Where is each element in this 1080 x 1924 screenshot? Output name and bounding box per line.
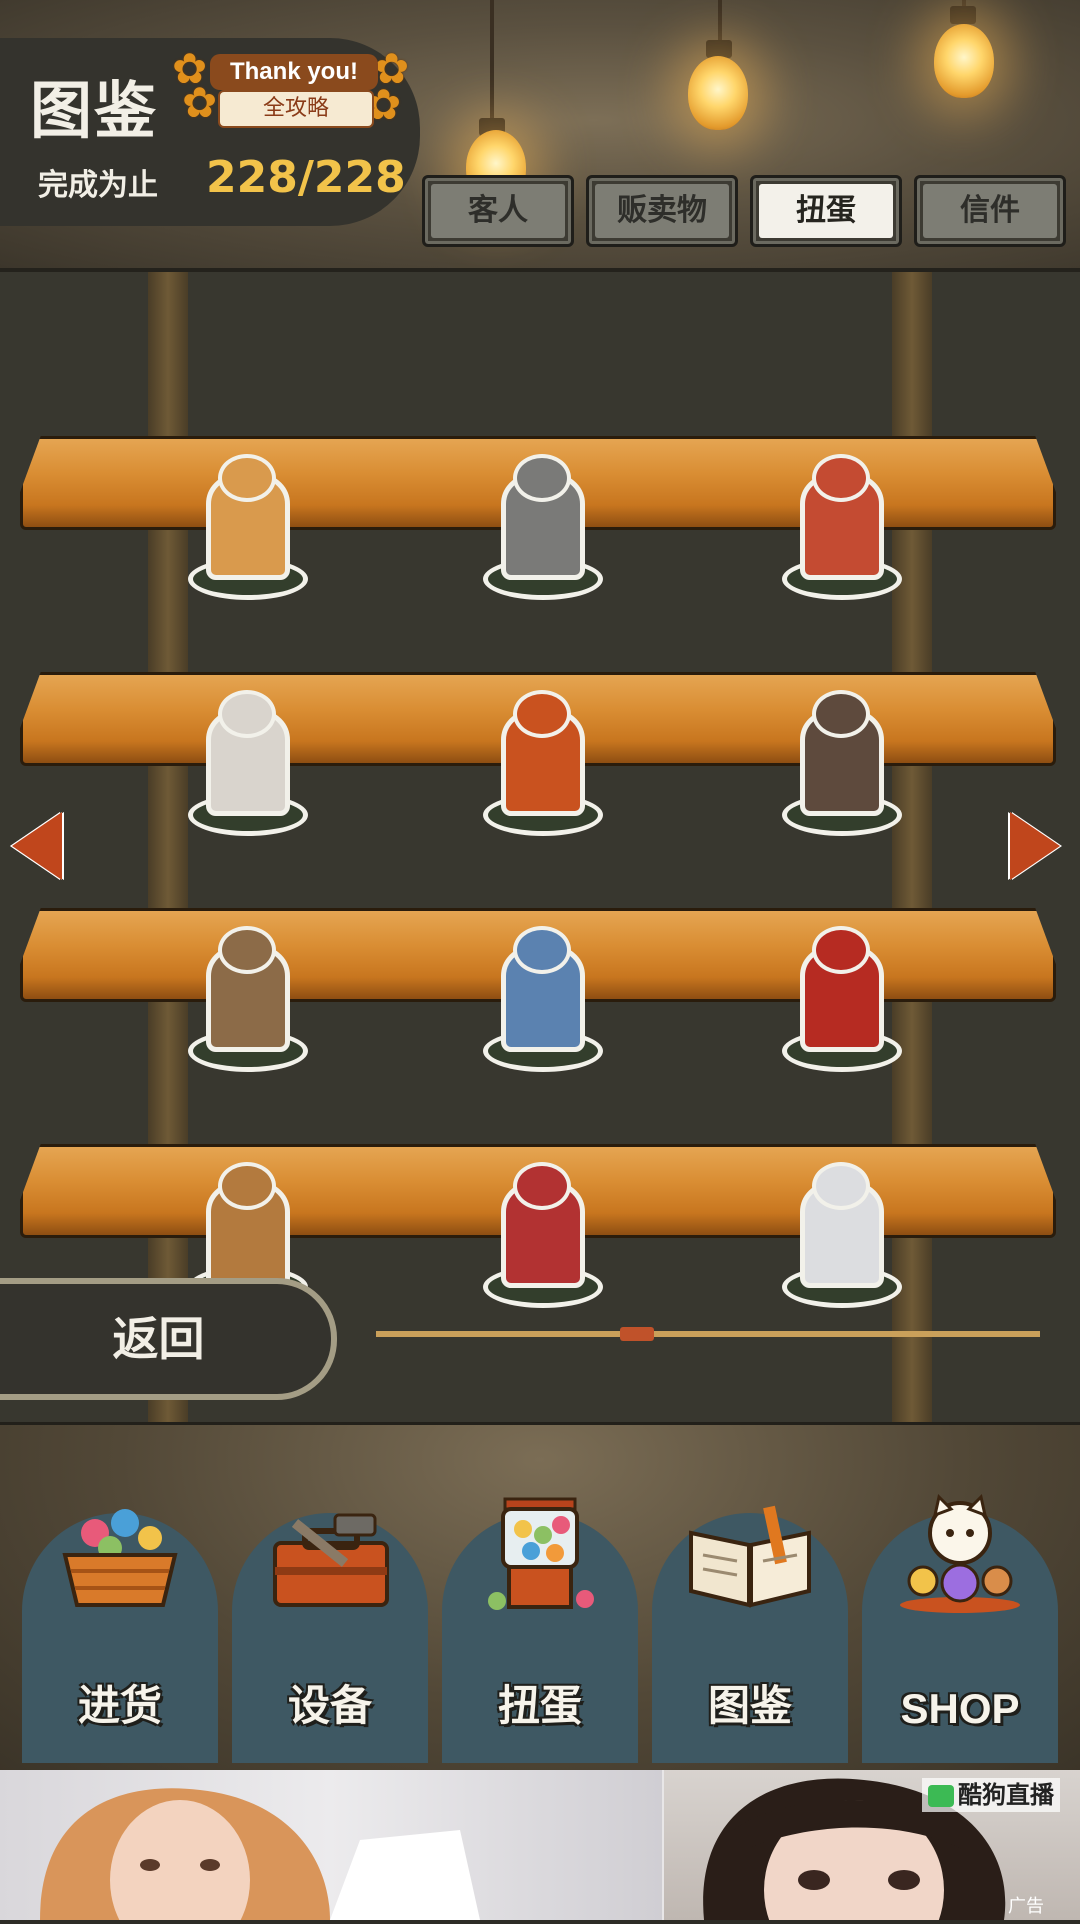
ad-brand: 酷狗直播 — [922, 1778, 1060, 1812]
toolbox-icon — [273, 1513, 389, 1607]
complete-count: 228/228 — [206, 152, 406, 203]
nav-shop-label: SHOP — [900, 1685, 1020, 1732]
cat-with-pot-figurine[interactable] — [188, 454, 308, 600]
nav-gacha[interactable]: 扭蛋 — [442, 1473, 638, 1763]
badge-guide: 全攻略 — [218, 90, 374, 128]
cat-head-icon — [812, 1162, 870, 1210]
page-title: 图鉴 — [30, 74, 159, 147]
nav-stock-label: 进货 — [77, 1681, 162, 1730]
cat-head-icon — [513, 1162, 571, 1210]
nav-encyclopedia-label: 图鉴 — [707, 1681, 792, 1730]
nav-encyclopedia[interactable]: 图鉴 — [652, 1473, 848, 1763]
cat-in-snow-figurine[interactable] — [782, 1162, 902, 1308]
cat-head-icon — [812, 926, 870, 974]
book-icon — [689, 1505, 811, 1608]
cat-head-icon — [812, 454, 870, 502]
back-button[interactable]: 返回 — [0, 1278, 337, 1400]
nav-equipment[interactable]: 设备 — [232, 1473, 428, 1763]
cat-head-icon — [218, 690, 276, 738]
lamp-cord — [490, 0, 494, 120]
prev-page-arrow-icon[interactable] — [12, 812, 62, 880]
nav-equipment-label: 设备 — [287, 1681, 372, 1730]
page-scroll-thumb[interactable] — [620, 1327, 654, 1341]
light-bulb-icon — [688, 56, 748, 130]
cat-head-icon — [812, 690, 870, 738]
cat-on-kotatsu-figurine[interactable] — [483, 1162, 603, 1308]
lucky-cat-icon — [900, 1494, 1020, 1613]
cat-head-icon — [218, 454, 276, 502]
cat-head-icon — [513, 926, 571, 974]
bottom-nav: 进货 设备 扭蛋 图鉴 SHOP — [0, 1422, 1080, 1773]
cat-with-flowers-figurine[interactable] — [188, 690, 308, 836]
cat-head-icon — [513, 690, 571, 738]
ad-person-image — [40, 1788, 480, 1924]
complete-label: 完成为止 — [38, 168, 158, 203]
cat-with-lantern-figurine[interactable] — [483, 926, 603, 1072]
ad-brand-text: 酷狗直播 — [958, 1781, 1054, 1809]
cat-head-icon — [218, 926, 276, 974]
lamp-socket — [950, 6, 976, 24]
cat-head-icon — [218, 1162, 276, 1210]
nav-shop[interactable]: SHOP — [862, 1473, 1058, 1763]
ad-image-left — [0, 1770, 662, 1924]
ad-banner[interactable]: 酷狗直播 — [0, 1770, 1080, 1924]
goods-basket-icon — [62, 1509, 178, 1607]
tab-goods[interactable]: 贩卖物 — [586, 175, 738, 247]
tab-guests[interactable]: 客人 — [422, 175, 574, 247]
cat-head-icon — [513, 454, 571, 502]
cat-on-table-figurine[interactable] — [188, 926, 308, 1072]
next-page-arrow-icon[interactable] — [1010, 812, 1060, 880]
cat-on-postbox-figurine[interactable] — [483, 690, 603, 836]
ad-tag: 广告 — [1008, 1896, 1044, 1917]
cat-with-window-figurine[interactable] — [782, 690, 902, 836]
page-scroll-track[interactable] — [376, 1331, 1040, 1337]
cat-with-door-figurine[interactable] — [483, 454, 603, 600]
cat-on-tv-figurine[interactable] — [782, 454, 902, 600]
header: 图鉴 完成为止 228/228 ✿ ✿ ✿ ✿ Thank you! 全攻略 客… — [0, 0, 1080, 272]
thank-you-badge[interactable]: ✿ ✿ ✿ ✿ Thank you! 全攻略 — [172, 44, 409, 132]
tab-letters[interactable]: 信件 — [914, 175, 1066, 247]
brand-logo-icon — [928, 1785, 954, 1807]
cat-in-phone-booth-figurine[interactable] — [782, 926, 902, 1072]
lamp-cord — [718, 0, 722, 40]
nav-gacha-label: 扭蛋 — [497, 1681, 582, 1730]
gacha-machine-icon — [488, 1497, 594, 1610]
light-bulb-icon — [934, 24, 994, 98]
tab-gacha[interactable]: 扭蛋 — [750, 175, 902, 247]
nav-stock[interactable]: 进货 — [22, 1473, 218, 1763]
badge-thank-you: Thank you! — [210, 54, 378, 90]
